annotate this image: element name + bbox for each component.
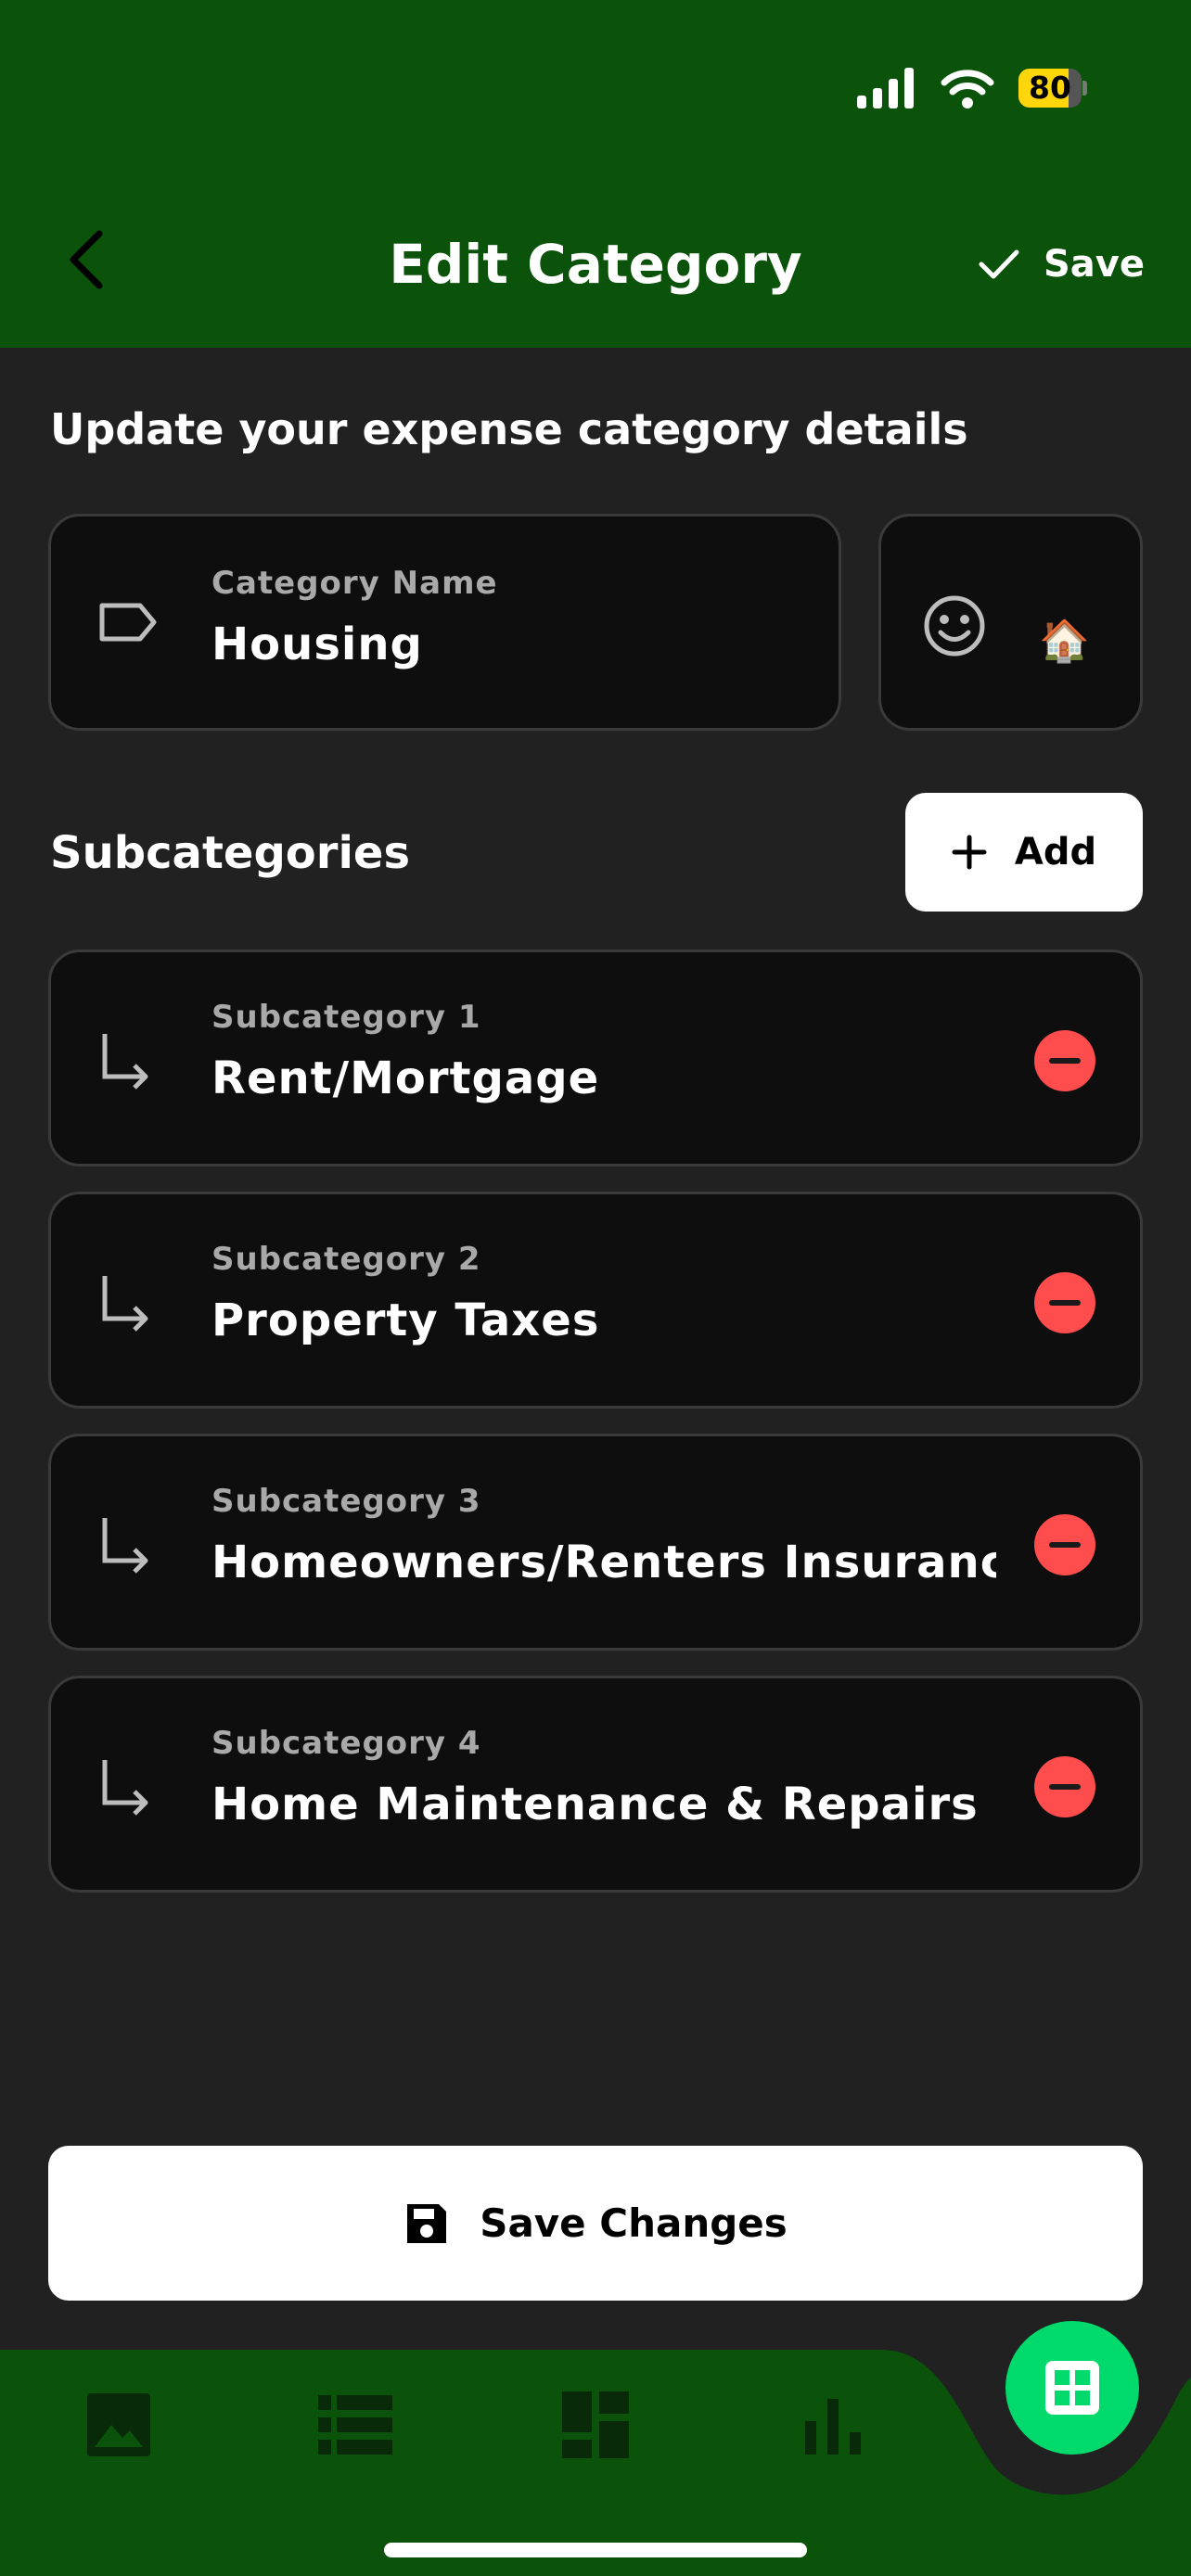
remove-subcategory-button[interactable] bbox=[1034, 1030, 1095, 1091]
cellular-signal-icon bbox=[857, 68, 914, 108]
tag-icon bbox=[99, 603, 157, 642]
grid-fab-button[interactable] bbox=[1005, 2321, 1139, 2455]
category-name-label: Category Name bbox=[211, 565, 498, 602]
save-label: Save bbox=[1043, 243, 1145, 286]
subcategory-label: Subcategory 2 bbox=[211, 1241, 481, 1278]
add-label: Add bbox=[1014, 831, 1097, 874]
subcategory-row[interactable]: Subcategory 2 Property Taxes bbox=[48, 1192, 1143, 1409]
dashboard-icon bbox=[562, 2391, 629, 2458]
home-indicator bbox=[384, 2543, 807, 2557]
add-subcategory-button[interactable]: Add bbox=[905, 793, 1143, 912]
grid-icon bbox=[1045, 2361, 1099, 2415]
subcategory-name: Homeowners/Renters Insurance bbox=[211, 1537, 996, 1588]
subcategory-row[interactable]: Subcategory 3 Homeowners/Renters Insuran… bbox=[48, 1434, 1143, 1651]
check-icon bbox=[979, 249, 1019, 279]
battery-indicator: 80 bbox=[1018, 69, 1087, 108]
save-button[interactable]: Save bbox=[979, 234, 1145, 295]
battery-level: 80 bbox=[1029, 70, 1071, 106]
bar-chart-icon bbox=[805, 2399, 861, 2455]
subdirectory-arrow-icon bbox=[102, 1760, 148, 1816]
smiley-icon bbox=[924, 595, 985, 657]
wifi-icon bbox=[941, 70, 994, 108]
save-changes-label: Save Changes bbox=[480, 2200, 788, 2246]
subcategory-label: Subcategory 1 bbox=[211, 999, 481, 1036]
status-bar: 80 bbox=[857, 65, 1087, 111]
subcategories-title: Subcategories bbox=[50, 827, 411, 879]
subcategory-row[interactable]: Subcategory 1 Rent/Mortgage bbox=[48, 950, 1143, 1167]
category-name-value: Housing bbox=[211, 618, 423, 670]
subcategory-name: Property Taxes bbox=[211, 1294, 600, 1346]
category-name-field[interactable]: Category Name Housing bbox=[48, 514, 841, 731]
subcategory-label: Subcategory 3 bbox=[211, 1483, 481, 1520]
save-changes-button[interactable]: Save Changes bbox=[48, 2146, 1143, 2301]
subcategory-label: Subcategory 4 bbox=[211, 1725, 481, 1762]
image-icon bbox=[87, 2393, 150, 2456]
remove-subcategory-button[interactable] bbox=[1034, 1514, 1095, 1575]
list-icon bbox=[318, 2395, 392, 2455]
subcategory-name: Rent/Mortgage bbox=[211, 1052, 600, 1104]
intro-text: Update your expense category details bbox=[50, 404, 968, 454]
floppy-disk-icon bbox=[407, 2203, 447, 2243]
plus-icon bbox=[952, 835, 987, 870]
category-emoji: 🏠 bbox=[1039, 618, 1090, 665]
subdirectory-arrow-icon bbox=[102, 1034, 148, 1090]
tab-analytics[interactable] bbox=[787, 2383, 879, 2467]
tab-gallery[interactable] bbox=[72, 2383, 165, 2467]
emoji-picker-button[interactable]: 🏠 bbox=[878, 514, 1143, 731]
remove-subcategory-button[interactable] bbox=[1034, 1756, 1095, 1817]
tab-dashboard[interactable] bbox=[549, 2383, 642, 2467]
subdirectory-arrow-icon bbox=[102, 1518, 148, 1574]
subcategory-name: Home Maintenance & Repairs bbox=[211, 1779, 979, 1830]
subcategory-row[interactable]: Subcategory 4 Home Maintenance & Repairs bbox=[48, 1676, 1143, 1893]
subdirectory-arrow-icon bbox=[102, 1276, 148, 1332]
tab-list[interactable] bbox=[309, 2383, 402, 2467]
remove-subcategory-button[interactable] bbox=[1034, 1272, 1095, 1333]
